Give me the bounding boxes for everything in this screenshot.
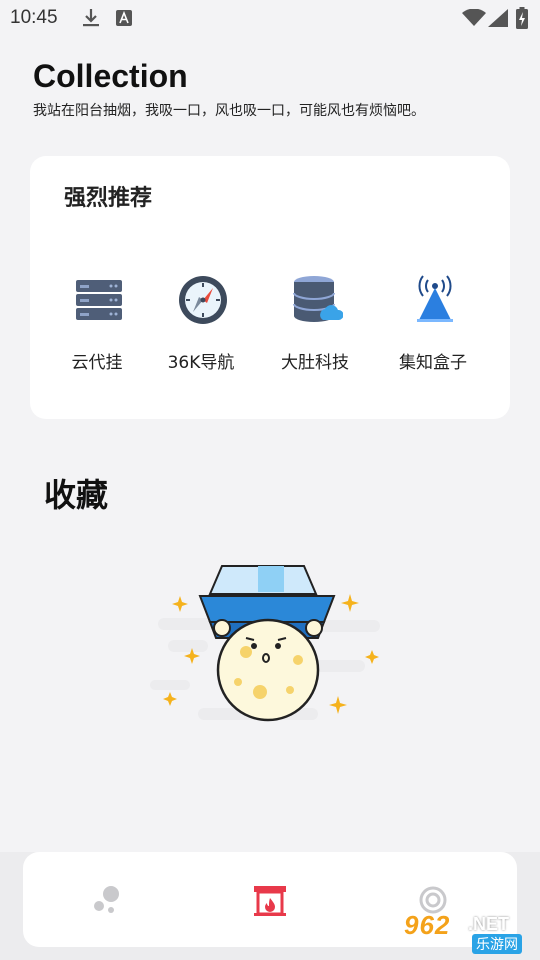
download-icon <box>82 8 100 32</box>
server-icon <box>73 274 125 326</box>
wifi-icon <box>462 8 486 31</box>
favorites-title: 收藏 <box>44 476 109 514</box>
recommend-item-dadu[interactable]: 大肚科技 <box>255 274 375 374</box>
recommend-item-36k[interactable]: 36K导航 <box>141 274 261 374</box>
recommend-item-label: 云代挂 <box>71 353 123 373</box>
battery-charging-icon <box>516 7 528 33</box>
font-a-icon <box>116 10 132 30</box>
site-watermark: 962 .NET 乐游网 <box>402 908 534 954</box>
watermark-number: 962 <box>404 910 451 940</box>
tab-fireplace[interactable] <box>250 880 290 920</box>
antenna-icon <box>409 274 461 326</box>
status-bar: 10:45 <box>0 0 540 36</box>
recommend-item-jizhi[interactable]: 集知盒子 <box>373 274 493 374</box>
compass-icon <box>177 274 229 326</box>
moon-character-empty-icon <box>150 560 390 730</box>
bubbles-icon <box>94 886 119 913</box>
recommend-title: 强烈推荐 <box>64 186 153 211</box>
recommend-item-label: 大肚科技 <box>281 353 349 373</box>
watermark-site: 乐游网 <box>472 934 522 954</box>
fireplace-icon <box>254 886 286 916</box>
database-cloud-icon <box>291 274 344 326</box>
recommend-card: 强烈推荐 云代挂 36K导航 大肚科技 集知盒子 <box>30 156 510 419</box>
page-title: Collection <box>33 58 188 94</box>
recommend-item-label: 36K导航 <box>167 353 235 373</box>
tab-bubbles[interactable] <box>87 880 127 920</box>
page-subtitle: 我站在阳台抽烟，我吸一口，风也吸一口，可能风也有烦恼吧。 <box>33 103 425 119</box>
signal-icon <box>488 9 508 31</box>
recommend-item-yundaigua[interactable]: 云代挂 <box>37 274 157 374</box>
recommend-item-label: 集知盒子 <box>399 353 467 373</box>
watermark-suffix: .NET <box>468 914 510 934</box>
status-time: 10:45 <box>10 7 58 28</box>
